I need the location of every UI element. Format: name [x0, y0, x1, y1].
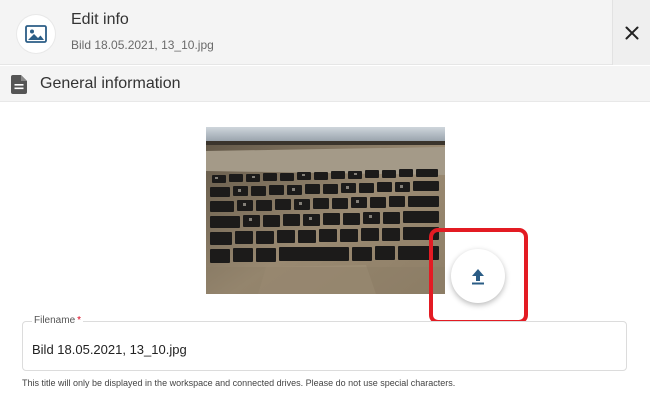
required-mark: * [77, 315, 82, 326]
image-icon [25, 25, 47, 43]
filename-hint: This title will only be displayed in the… [22, 378, 456, 388]
filename-field[interactable]: Filename * [22, 315, 627, 371]
section-title: General information [40, 75, 181, 92]
filename-input[interactable] [32, 342, 612, 357]
upload-button[interactable] [451, 249, 505, 303]
file-type-avatar [17, 15, 55, 53]
dialog-subtitle: Bild 18.05.2021, 13_10.jpg [71, 38, 214, 52]
photo-preview [206, 127, 445, 294]
document-icon [11, 75, 27, 94]
filename-label: Filename * [32, 315, 84, 326]
dialog-header: Edit info Bild 18.05.2021, 13_10.jpg [0, 0, 650, 65]
section-general-information[interactable]: General information [0, 66, 650, 102]
dialog-title: Edit info [71, 11, 129, 28]
close-button[interactable] [612, 0, 650, 65]
close-icon [625, 26, 638, 39]
upload-icon [472, 268, 484, 284]
